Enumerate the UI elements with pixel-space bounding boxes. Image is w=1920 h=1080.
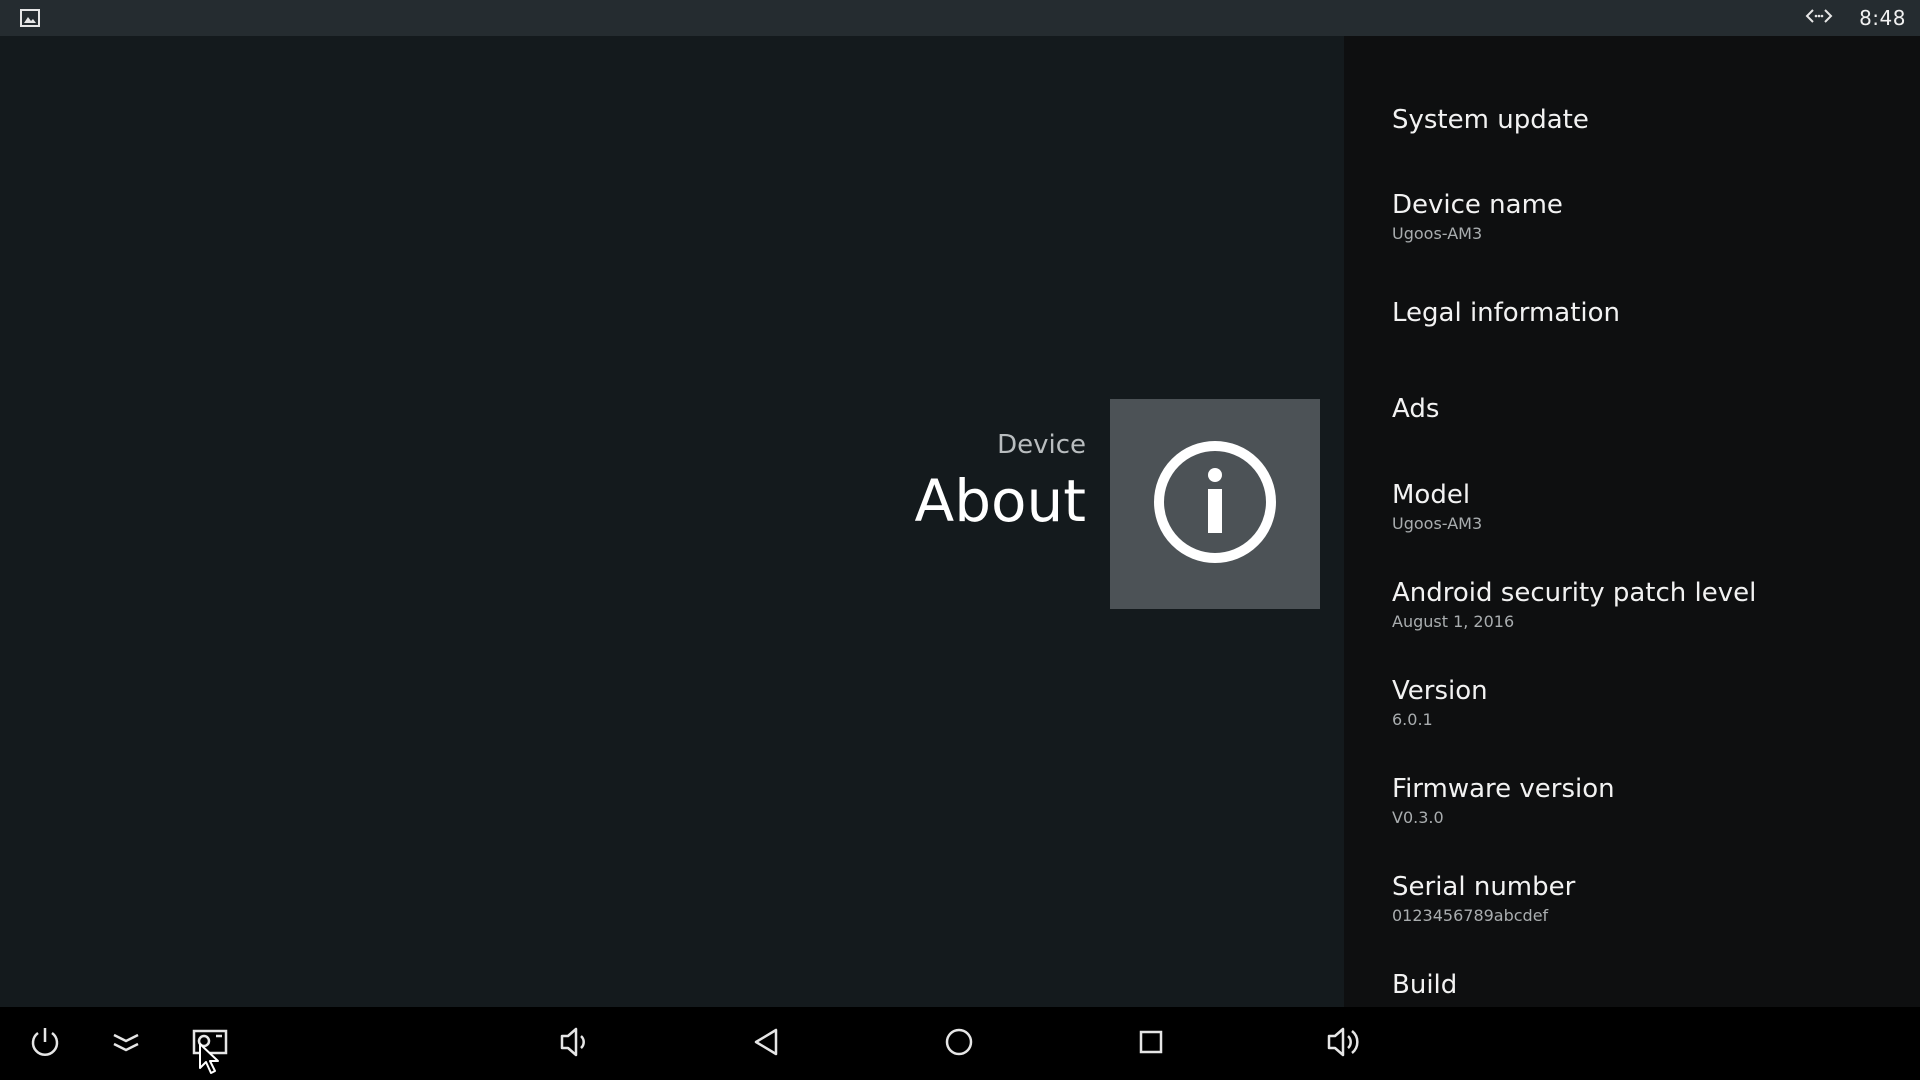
- heading-kicker: Device: [997, 430, 1086, 460]
- setting-summary: V0.3.0: [1392, 808, 1444, 827]
- setting-ads[interactable]: Ads: [1392, 393, 1912, 425]
- page-title: About: [914, 467, 1086, 535]
- settings-panel: System update Device name Ugoos-AM3 Lega…: [1344, 36, 1920, 1007]
- setting-summary: Ugoos-AM3: [1392, 224, 1483, 243]
- setting-title: Build: [1392, 970, 1458, 1000]
- screenshot-icon: [190, 1026, 230, 1062]
- setting-firmware-version[interactable]: Firmware version V0.3.0: [1392, 773, 1912, 829]
- power-button[interactable]: [15, 1007, 75, 1080]
- setting-build[interactable]: Build: [1392, 969, 1912, 1001]
- setting-title: Android security patch level: [1392, 578, 1757, 608]
- recents-icon: [1134, 1025, 1168, 1063]
- info-tile: [1110, 399, 1320, 609]
- home-button[interactable]: [929, 1007, 989, 1080]
- setting-title: Model: [1392, 480, 1471, 510]
- back-button[interactable]: [737, 1007, 797, 1080]
- volume-down-icon: [556, 1024, 592, 1064]
- setting-title: Device name: [1392, 190, 1563, 220]
- setting-system-update[interactable]: System update: [1392, 104, 1912, 136]
- heading-block: Device About: [915, 429, 1086, 537]
- back-icon: [750, 1025, 784, 1063]
- status-clock: 8:48: [1859, 6, 1906, 30]
- status-right: 8:48: [1805, 0, 1906, 36]
- collapse-icon: [108, 1027, 144, 1061]
- setting-title: Serial number: [1392, 872, 1576, 902]
- setting-title: System update: [1392, 105, 1589, 135]
- setting-summary: 6.0.1: [1392, 710, 1433, 729]
- setting-model[interactable]: Model Ugoos-AM3: [1392, 479, 1912, 535]
- setting-title: Legal information: [1392, 298, 1621, 328]
- setting-version[interactable]: Version 6.0.1: [1392, 675, 1912, 731]
- nav-bar: [0, 1007, 1920, 1080]
- main-area: Device About: [0, 36, 1344, 1007]
- setting-title: Version: [1392, 676, 1488, 706]
- volume-up-icon: [1324, 1024, 1364, 1064]
- info-icon: [1150, 437, 1280, 571]
- setting-title: Ads: [1392, 394, 1440, 424]
- setting-summary: Ugoos-AM3: [1392, 514, 1483, 533]
- setting-device-name[interactable]: Device name Ugoos-AM3: [1392, 189, 1912, 245]
- setting-summary: 0123456789abcdef: [1392, 906, 1549, 925]
- code-arrows-icon: [1805, 7, 1833, 29]
- screenshot-button[interactable]: [180, 1007, 240, 1080]
- setting-summary: August 1, 2016: [1392, 612, 1515, 631]
- recents-button[interactable]: [1121, 1007, 1181, 1080]
- volume-down-button[interactable]: [544, 1007, 604, 1080]
- home-icon: [942, 1025, 976, 1063]
- setting-title: Firmware version: [1392, 774, 1615, 804]
- setting-legal-information[interactable]: Legal information: [1392, 297, 1912, 329]
- setting-serial-number[interactable]: Serial number 0123456789abcdef: [1392, 871, 1912, 927]
- setting-security-patch[interactable]: Android security patch level August 1, 2…: [1392, 577, 1912, 633]
- status-bar: 8:48: [0, 0, 1920, 36]
- volume-up-button[interactable]: [1314, 1007, 1374, 1080]
- collapse-button[interactable]: [96, 1007, 156, 1080]
- power-icon: [27, 1024, 63, 1064]
- image-icon: [20, 8, 40, 28]
